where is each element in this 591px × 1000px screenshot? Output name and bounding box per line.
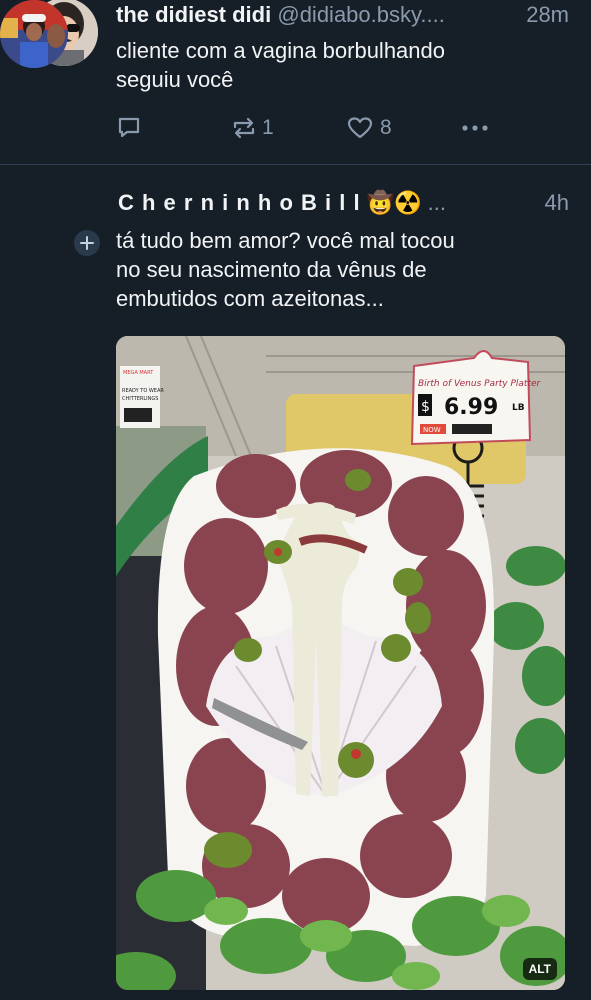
reply-icon <box>118 117 140 138</box>
repost-button[interactable]: 1 <box>230 114 274 142</box>
plus-icon <box>80 236 94 250</box>
post-text-line: cliente com a vagina borbulhando <box>116 38 446 63</box>
post-text: tá tudo bem amor? você mal tocou no seu … <box>116 226 556 313</box>
left-label-brand: MEGA MART <box>123 370 154 376</box>
alt-badge[interactable]: ALT <box>522 958 557 980</box>
author-name[interactable]: the didiest didi <box>116 2 271 27</box>
left-label-line2: CHITTERLINGS <box>122 396 158 402</box>
like-button[interactable]: 8 <box>346 114 392 142</box>
post-text: cliente com a vagina borbulhando seguiu … <box>116 36 556 94</box>
post-actions: 1 8 <box>116 114 496 142</box>
post-image[interactable]: MEGA MART READY TO WEAR CHITTERLINGS Bir… <box>116 336 565 990</box>
post-text-line: embutidos com azeitonas... <box>116 286 384 311</box>
price-sign-title: Birth of Venus Party Platter <box>418 379 542 389</box>
repost-icon <box>233 117 255 139</box>
post-header: C h e r n i n h o B i l l 🤠☢️ ... 4h <box>118 190 569 216</box>
avatar[interactable] <box>0 0 68 68</box>
reply-button[interactable] <box>116 114 142 142</box>
like-count: 8 <box>380 116 392 139</box>
platter-photo: MEGA MART READY TO WEAR CHITTERLINGS Bir… <box>116 336 565 990</box>
post-time[interactable]: 28m <box>526 2 569 28</box>
more-button[interactable] <box>459 114 491 142</box>
author-emojis: 🤠☢️ <box>366 190 422 215</box>
author-handle[interactable]: @didiabo.bsky.... <box>277 2 444 27</box>
post-time[interactable]: 4h <box>545 190 569 216</box>
price-sign-badge: NOW <box>423 426 441 434</box>
avatar-image <box>0 0 68 68</box>
post-text-line: seguiu você <box>116 67 234 92</box>
price-sign-unit: LB <box>512 403 525 413</box>
post-header: the didiest didi @didiabo.bsky.... 28m <box>116 2 569 28</box>
price-sign-price: 6.99 <box>444 395 498 420</box>
author-name[interactable]: C h e r n i n h o B i l l <box>118 190 361 215</box>
post-text-line: tá tudo bem amor? você mal tocou <box>116 228 455 253</box>
follow-button[interactable] <box>72 228 102 258</box>
author-ellipsis: ... <box>427 190 446 215</box>
post-notification[interactable]: the didiest didi @didiabo.bsky.... 28m c… <box>0 0 591 165</box>
more-icon <box>462 125 488 131</box>
repost-count: 1 <box>262 116 274 139</box>
heart-icon <box>347 117 373 139</box>
left-label-line1: READY TO WEAR <box>122 388 164 394</box>
post-text-line: no seu nascimento da vênus de <box>116 257 427 282</box>
price-sign-currency: $ <box>421 399 430 415</box>
